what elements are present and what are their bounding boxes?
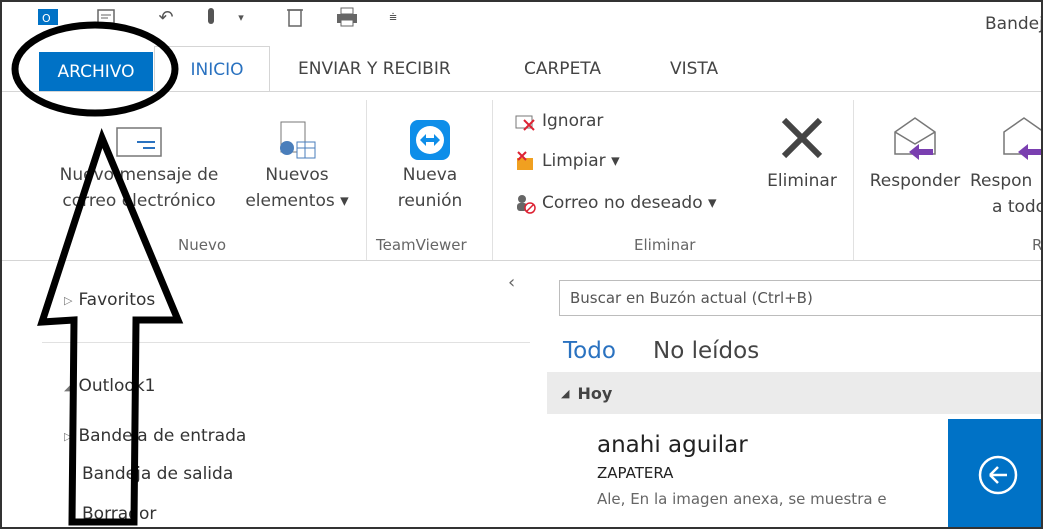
nav-outbox-label: Bandeja de salida bbox=[82, 464, 234, 484]
group-label-nuevo: Nuevo bbox=[178, 236, 227, 254]
expand-icon[interactable]: ▷ bbox=[64, 430, 72, 443]
touch-mode-icon[interactable] bbox=[200, 6, 222, 28]
junk-label: Correo no deseado ▾ bbox=[542, 193, 717, 213]
new-meeting-button[interactable]: Nueva reunión bbox=[374, 106, 486, 214]
new-meeting-label-line1: Nueva bbox=[402, 165, 458, 185]
ignore-icon bbox=[512, 108, 538, 134]
customize-icon[interactable]: ⩧ bbox=[386, 6, 400, 28]
new-items-label-line2: elementos ▾ bbox=[245, 191, 349, 211]
clean-up-label: Limpiar ▾ bbox=[542, 151, 620, 171]
nav-inbox[interactable]: ▷ Bandeja de entrada bbox=[64, 426, 246, 446]
nav-drafts[interactable]: Borrador bbox=[82, 504, 156, 524]
collapse-pane-icon[interactable]: ‹ bbox=[508, 272, 515, 293]
junk-icon bbox=[512, 190, 538, 216]
group-separator bbox=[366, 100, 367, 260]
group-header-today[interactable]: ◢ Hoy bbox=[547, 372, 1041, 414]
ignore-label: Ignorar bbox=[542, 111, 604, 131]
mail-preview: Ale, En la imagen anexa, se muestra e bbox=[597, 490, 887, 508]
ignore-button[interactable]: Ignorar bbox=[512, 108, 603, 134]
clean-up-icon bbox=[512, 148, 538, 174]
reply-label: Responder bbox=[869, 171, 961, 191]
reply-all-icon bbox=[970, 106, 1041, 162]
group-separator bbox=[853, 100, 854, 260]
filter-unread[interactable]: No leídos bbox=[653, 338, 759, 364]
divider bbox=[42, 342, 530, 343]
group-label-eliminar: Eliminar bbox=[634, 236, 696, 254]
nav-account[interactable]: ◢ Outlook1 bbox=[64, 376, 155, 396]
new-items-label-line1: Nuevos bbox=[265, 165, 329, 185]
junk-button[interactable]: Correo no deseado ▾ bbox=[512, 190, 717, 216]
quick-access-toolbar: O ↶ ▾ ⩧ Bandej bbox=[2, 2, 1041, 38]
mail-sender[interactable]: anahi aguilar bbox=[597, 432, 748, 458]
delete-button[interactable]: Eliminar bbox=[754, 106, 850, 194]
reply-button[interactable]: Responder bbox=[860, 106, 970, 194]
search-input[interactable]: Buscar en Buzón actual (Ctrl+B) bbox=[559, 280, 1041, 316]
outlook-window: O ↶ ▾ ⩧ Bandej ARCHIVO INICIO ENVIAR Y R… bbox=[0, 0, 1043, 529]
undo-icon[interactable]: ↶ bbox=[154, 6, 178, 28]
nav-outbox[interactable]: Bandeja de salida bbox=[82, 464, 233, 484]
tab-enviar-y-recibir[interactable]: ENVIAR Y RECIBIR bbox=[298, 46, 451, 92]
reply-all-button[interactable]: Respon a todo bbox=[970, 106, 1043, 220]
tab-inicio[interactable]: INICIO bbox=[154, 46, 270, 92]
reply-all-label-line1: Respon bbox=[970, 171, 1033, 191]
svg-text:O: O bbox=[42, 12, 51, 25]
send-receive-icon[interactable] bbox=[94, 6, 120, 28]
new-email-label-line1: Nuevo mensaje de bbox=[59, 165, 219, 185]
dropdown-icon[interactable]: ▾ bbox=[234, 6, 248, 28]
new-email-icon bbox=[44, 106, 234, 162]
nav-drafts-label: Borrador bbox=[82, 504, 157, 524]
new-email-button[interactable]: Nuevo mensaje de correo electrónico bbox=[44, 106, 234, 214]
delete-label: Eliminar bbox=[767, 171, 837, 191]
ribbon-tabs: ARCHIVO INICIO ENVIAR Y RECIBIR CARPETA … bbox=[2, 46, 1041, 92]
nav-favoritos[interactable]: ▷ Favoritos bbox=[64, 290, 155, 310]
mail-list-pane: Buscar en Buzón actual (Ctrl+B) Todo No … bbox=[545, 264, 1041, 527]
new-items-button[interactable]: Nuevos elementos ▾ bbox=[232, 106, 362, 214]
new-meeting-label-line2: reunión bbox=[397, 191, 463, 211]
ribbon: Nuevo mensaje de correo electrónico Nuev… bbox=[2, 91, 1041, 261]
collapse-icon: ◢ bbox=[561, 386, 570, 400]
new-items-icon bbox=[232, 106, 362, 162]
folder-pane: ‹ ▷ Favoritos ◢ Outlook1 ▷ Bandeja de en… bbox=[2, 264, 532, 527]
reply-icon bbox=[860, 106, 970, 162]
expand-icon[interactable]: ▷ bbox=[64, 294, 72, 307]
window-title: Bandej bbox=[985, 14, 1043, 34]
outlook-icon[interactable]: O bbox=[36, 6, 60, 28]
back-arrow-icon bbox=[978, 455, 1018, 495]
tab-vista[interactable]: VISTA bbox=[670, 46, 718, 92]
tab-archivo[interactable]: ARCHIVO bbox=[39, 52, 153, 92]
print-icon[interactable] bbox=[334, 6, 360, 28]
back-button[interactable] bbox=[948, 419, 1041, 527]
tab-carpeta[interactable]: CARPETA bbox=[524, 46, 601, 92]
new-email-label-line2: correo electrónico bbox=[62, 191, 216, 211]
nav-inbox-label: Bandeja de entrada bbox=[78, 426, 247, 446]
teamviewer-icon bbox=[374, 106, 486, 162]
trash-icon[interactable] bbox=[284, 6, 306, 28]
reply-all-label-line2: a todo bbox=[992, 197, 1043, 217]
delete-icon bbox=[754, 106, 850, 162]
clean-up-button[interactable]: Limpiar ▾ bbox=[512, 148, 620, 174]
collapse-icon[interactable]: ◢ bbox=[64, 380, 72, 393]
mail-subject: ZAPATERA bbox=[597, 464, 674, 482]
nav-favoritos-label: Favoritos bbox=[78, 290, 156, 310]
group-separator bbox=[492, 100, 493, 260]
nav-account-label: Outlook1 bbox=[78, 376, 156, 396]
group-label-responder: R bbox=[1032, 236, 1043, 254]
group-header-label: Hoy bbox=[577, 383, 613, 403]
filter-all[interactable]: Todo bbox=[563, 338, 616, 364]
group-label-teamviewer: TeamViewer bbox=[376, 236, 467, 254]
